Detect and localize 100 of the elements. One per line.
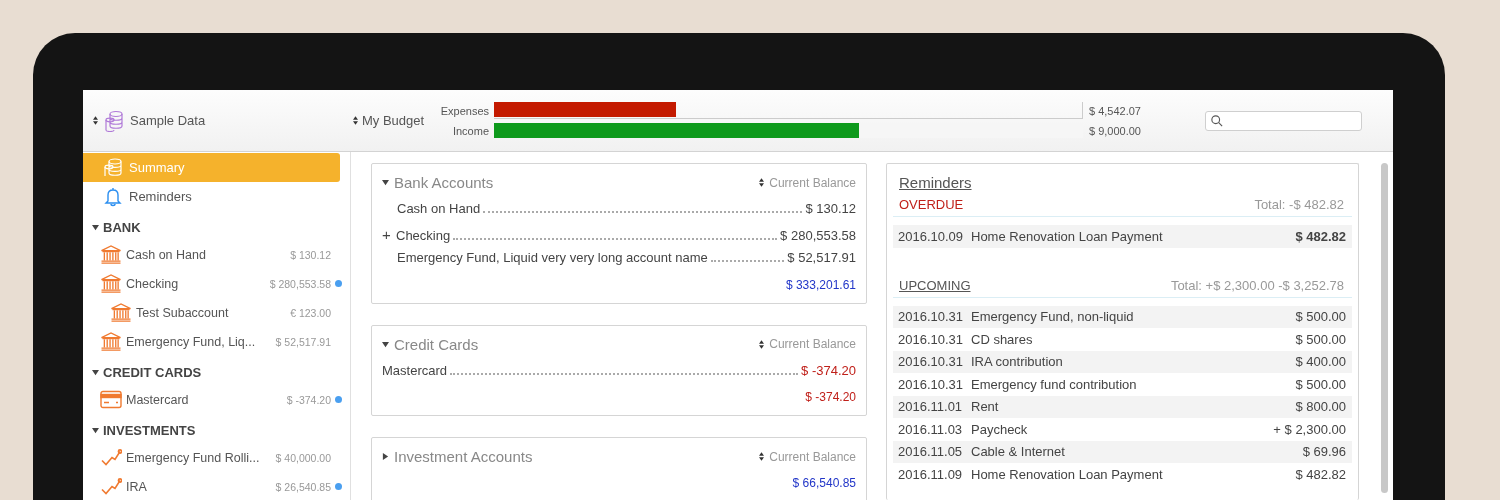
reminder-amount: + $ 2,300.00 [1273,421,1346,437]
reminder-amount: $ 482.82 [1295,228,1346,244]
bank-building-icon [110,303,132,322]
reminder-row[interactable]: 2016.11.01 Rent $ 800.00 [893,395,1352,418]
budget-bar-label: Expenses [439,104,490,117]
card-title: Credit Cards [394,335,480,353]
reminder-row[interactable]: 2016.11.09 Home Renovation Loan Payment $ 482.82 [893,463,1352,486]
card-title: Bank Accounts [394,174,495,191]
account-name[interactable]: Mastercard [126,392,283,407]
budget-bar-amount: $ 9,000.00 [1088,124,1141,137]
account-balance: $ 52,517.91 [275,335,331,348]
reminder-date: 2016.10.31 [898,331,965,347]
reminder-date: 2016.10.09 [898,228,965,244]
reminder-date: 2016.10.31 [898,376,965,392]
reminder-name: Emergency Fund, non-liquid [971,309,1135,325]
coin-stack-icon [103,157,123,178]
search-icon [1211,114,1223,127]
reminder-date: 2016.11.09 [898,466,964,482]
reminder-name: Cable & Internet [971,444,1066,460]
reminder-name: Home Renovation Loan Payment [971,228,1164,244]
sort-arrows-icon [759,339,765,349]
reminder-amount: $ 500.00 [1295,376,1346,392]
reminder-row[interactable]: 2016.11.03 Paycheck + $ 2,300.00 [893,418,1352,441]
account-name[interactable]: Cash on Hand [126,247,287,262]
reminder-date: 2016.11.05 [898,444,964,460]
account-name[interactable]: Test Subaccount [136,305,287,320]
card-title: Investment Accounts [394,448,534,465]
reminder-date: 2016.10.31 [898,354,965,370]
sort-arrows-icon [759,452,765,461]
scrollbar-thumb[interactable] [1381,163,1388,493]
reminder-amount: $ 400.00 [1295,354,1346,370]
reminder-row[interactable]: 2016.10.31 CD shares $ 500.00 [893,328,1352,351]
bank-building-icon [100,274,122,293]
account-name[interactable]: Cash on Hand [397,201,481,216]
expand-sign[interactable]: + [382,225,396,243]
credit-card-icon [100,390,122,409]
bank-building-icon [100,245,122,264]
disclosure-triangle-icon[interactable] [92,369,99,376]
disclosure-triangle-icon[interactable] [382,453,389,460]
reminder-row[interactable]: 2016.10.31 IRA contribution $ 400.00 [893,350,1352,373]
reminder-date: 2016.11.03 [898,421,964,437]
disclosure-triangle-icon[interactable] [382,340,389,348]
reminder-date: 2016.10.31 [898,309,965,325]
account-balance: $ 26,540.85 [275,480,331,493]
sidebar-section-heading: BANK [103,220,141,235]
line-chart-icon [100,477,122,496]
disclosure-triangle-icon[interactable] [382,179,389,186]
budget-bar-amount: $ 4,542.07 [1088,104,1141,117]
reminder-date: 2016.11.01 [898,399,964,415]
section-total: Total: -$ 482.82 [1254,197,1344,212]
reminder-section-heading: OVERDUE [899,197,964,212]
account-balance: $ 280,553.58 [780,227,856,243]
reminder-row[interactable]: 2016.10.31 Emergency fund contribution $ 500.00 [893,373,1352,396]
account-balance: $ 52,517.91 [787,250,856,265]
card-title[interactable]: Reminders [899,174,972,191]
account-name[interactable]: Emergency Fund, Liq... [126,334,272,349]
account-name[interactable]: Checking [396,227,451,243]
account-name[interactable]: Emergency Fund Rolli... [126,450,272,465]
disclosure-triangle-icon[interactable] [92,427,99,434]
sidebar-item[interactable]: Reminders [83,182,340,211]
reminder-row[interactable]: 2016.10.09 Home Renovation Loan Payment $ 482.82 [893,225,1352,248]
sort-arrows-icon [759,178,765,187]
reminder-name: IRA contribution [971,354,1064,370]
account-name[interactable]: Checking [126,276,266,291]
reminder-name: Rent [971,399,1000,415]
bank-building-icon [100,332,122,351]
reminder-amount: $ 800.00 [1295,399,1346,415]
search-field[interactable] [1205,110,1362,131]
section-total: Total: +$ 2,300.00 -$ 3,252.78 [1170,277,1344,293]
account-balance: $ 280,553.58 [269,277,331,290]
budget-selector[interactable]: My Budget [362,113,425,128]
coin-stack-icon [104,109,124,132]
sort-arrows-icon [93,116,98,125]
account-balance: $ 130.12 [805,201,856,216]
line-chart-icon [100,448,122,467]
sidebar-section-heading: CREDIT CARDS [103,365,202,380]
account-balance: $ -374.20 [286,393,331,406]
disclosure-triangle-icon[interactable] [92,224,99,231]
sidebar-section-heading: INVESTMENTS [103,423,196,438]
account-balance: $ 40,000.00 [275,451,331,464]
reminder-amount: $ 500.00 [1295,331,1346,347]
reminder-row[interactable]: 2016.11.05 Cable & Internet $ 69.96 [893,440,1352,463]
reminder-section-heading: UPCOMING [899,277,971,293]
reminder-row[interactable]: 2016.10.31 Emergency Fund, non-liquid $ 500.00 [893,305,1352,328]
account-balance: $ 130.12 [290,248,331,261]
account-name[interactable]: Mastercard [382,362,448,378]
account-name[interactable]: IRA [126,479,272,494]
library-selector[interactable]: Sample Data [130,113,206,128]
card-total: $ 66,540.85 [792,476,856,490]
sort-arrows-icon [353,116,358,125]
reminder-name: Paycheck [971,421,1029,437]
reminder-name: Home Renovation Loan Payment [971,466,1164,482]
reminder-amount: $ 500.00 [1295,309,1346,325]
bell-icon [103,186,123,207]
card-total: $ 333,201.61 [785,277,856,292]
account-name[interactable]: Emergency Fund, Liquid very very long account name [397,250,708,265]
card-total: $ -374.20 [805,390,856,404]
account-balance: € 123.00 [290,306,331,319]
account-balance: $ -374.20 [801,362,856,378]
reminder-amount: $ 69.96 [1302,444,1346,460]
